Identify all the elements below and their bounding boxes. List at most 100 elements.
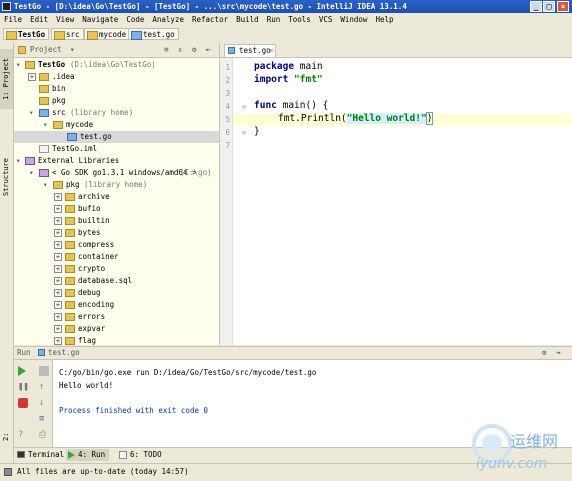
tree-item-package[interactable]: + database.sql (14, 275, 219, 287)
library-icon (25, 157, 35, 165)
tree-item-mycode[interactable]: ▾ mycode (14, 119, 219, 131)
tree-item-iml[interactable]: TestGo.iml (14, 143, 219, 155)
expand-icon[interactable]: + (54, 265, 62, 273)
menu-navigate[interactable]: Navigate (82, 13, 118, 26)
collapse-arrow-icon[interactable]: ▾ (16, 59, 21, 71)
tree-item-testgo[interactable]: ▾ TestGo (D:\idea\Go\TestGo) (14, 59, 219, 71)
menu-edit[interactable]: Edit (30, 13, 48, 26)
tree-item-src[interactable]: ▾ src (library home) (14, 107, 219, 119)
expand-icon[interactable]: + (54, 337, 62, 345)
tree-item-package[interactable]: + compress (14, 239, 219, 251)
collapse-arrow-icon[interactable]: ▾ (43, 179, 48, 191)
expand-icon[interactable]: + (54, 325, 62, 333)
menu-help[interactable]: Help (375, 13, 393, 26)
expand-icon[interactable]: + (54, 193, 62, 201)
gear-icon[interactable]: ⚙ (192, 43, 197, 57)
menu-window[interactable]: Window (340, 13, 367, 26)
tree-item-package[interactable]: + debug (14, 287, 219, 299)
tree-item-test-go[interactable]: test.go (14, 131, 219, 143)
menu-vcs[interactable]: VCS (319, 13, 333, 26)
run-toolbar: ❚❚ ↑ ↓ ≡ ? ⎙ (14, 360, 53, 447)
menu-view[interactable]: View (56, 13, 74, 26)
expand-icon[interactable]: + (28, 73, 36, 81)
expand-icon[interactable]: + (54, 205, 62, 213)
chevron-down-icon[interactable]: ▾ (70, 43, 75, 57)
code-editor[interactable]: test.go × 1 2 3 4 5 6 7 ⊖ ⊖ package main… (220, 43, 572, 345)
breadcrumb-src[interactable]: src (51, 28, 84, 40)
expand-icon[interactable]: + (54, 313, 62, 321)
tree-item-package[interactable]: + expvar (14, 323, 219, 335)
menu-build[interactable]: Build (236, 13, 259, 26)
tree-item-package[interactable]: + container (14, 251, 219, 263)
status-message: All files are up-to-date (today 14:57) (17, 467, 189, 476)
soft-wrap-icon[interactable]: ≡ (39, 414, 49, 424)
expand-icon[interactable]: + (54, 229, 62, 237)
tree-item-package[interactable]: + builtin (14, 215, 219, 227)
tree-item-package[interactable]: + encoding (14, 299, 219, 311)
maximize-button[interactable]: □ (543, 1, 555, 12)
tree-item-idea[interactable]: + .idea (14, 71, 219, 83)
tree-item-bin[interactable]: bin (14, 83, 219, 95)
stop-icon[interactable] (39, 366, 49, 376)
tab-structure[interactable]: Structure (0, 155, 13, 199)
expand-icon[interactable]: + (54, 289, 62, 297)
folder-icon (65, 193, 75, 201)
collapse-arrow-icon[interactable]: ▾ (43, 119, 48, 131)
menu-run[interactable]: Run (267, 13, 281, 26)
breadcrumb-mycode[interactable]: mycode (84, 28, 131, 40)
collapse-arrow-icon[interactable]: ▾ (16, 155, 21, 167)
tree-item-package[interactable]: + bufio (14, 203, 219, 215)
tree-item-package[interactable]: + flag (14, 335, 219, 345)
hide-icon[interactable]: ⇤ (206, 43, 211, 57)
close-button[interactable]: × (557, 1, 569, 12)
tree-item-package[interactable]: + errors (14, 311, 219, 323)
tab-test-go[interactable]: test.go × (224, 44, 276, 57)
close-run-icon[interactable] (18, 398, 28, 408)
down-icon[interactable]: ↓ (39, 398, 49, 408)
menu-refactor[interactable]: Refactor (192, 13, 228, 26)
rerun-icon[interactable] (18, 366, 26, 376)
tab-project[interactable]: 1: Project (0, 49, 13, 109)
expand-icon[interactable]: + (54, 241, 62, 249)
up-icon[interactable]: ↑ (39, 382, 49, 392)
expand-icon[interactable]: + (54, 301, 62, 309)
breadcrumb-file[interactable]: test.go (128, 28, 179, 40)
tab-todo[interactable]: 6: TODO (118, 449, 162, 461)
folder-icon (65, 325, 75, 333)
tree-item-sdk-pkg[interactable]: ▾ pkg (library home) (14, 179, 219, 191)
tab-terminal[interactable]: Terminal (16, 449, 64, 461)
tree-item-pkg[interactable]: pkg (14, 95, 219, 107)
breadcrumb-project[interactable]: TestGo (3, 28, 50, 40)
expand-icon[interactable]: + (54, 217, 62, 225)
tree-item-package[interactable]: + archive (14, 191, 219, 203)
tree-item-package[interactable]: + bytes (14, 227, 219, 239)
print-icon[interactable]: ⎙ (39, 430, 49, 440)
hide-icon[interactable]: ⇥ (556, 347, 561, 359)
sync-icon[interactable]: ⊕ (164, 43, 169, 57)
collapse-icon[interactable]: ⇕ (178, 43, 183, 57)
gear-icon[interactable]: ⚙ (542, 347, 547, 359)
collapse-arrow-icon[interactable]: ▾ (29, 107, 34, 119)
tree-item-external-libraries[interactable]: ▾ External Libraries (14, 155, 219, 167)
tree-item-package[interactable]: + crypto (14, 263, 219, 275)
fold-marker-icon[interactable]: ⊖ (242, 103, 247, 111)
pause-icon[interactable]: ❚❚ (18, 382, 29, 392)
expand-icon[interactable]: + (54, 277, 62, 285)
tab-run[interactable]: 4: Run (66, 449, 110, 461)
help-icon[interactable]: ? (18, 430, 28, 440)
left-tool-strip: 1: Project Structure 2: Favorites (0, 43, 23, 463)
menu-analyze[interactable]: Analyze (152, 13, 184, 26)
collapse-arrow-icon[interactable]: ▾ (29, 167, 34, 179)
tree-item-go-sdk[interactable]: ▾ < Go SDK go1.3.1 windows/amd64 > (C:\g… (14, 167, 219, 179)
tab-favorites[interactable]: 2: Favorites (0, 415, 23, 459)
menu-tools[interactable]: Tools (288, 13, 311, 26)
project-view-dropdown[interactable]: Project (30, 43, 62, 57)
tool-windows-icon[interactable] (4, 468, 12, 476)
minimize-button[interactable]: _ (530, 1, 542, 12)
menu-file[interactable]: File (4, 13, 22, 26)
fold-marker-icon[interactable]: ⊖ (242, 129, 247, 137)
run-config-tab[interactable]: test.go (48, 347, 80, 359)
expand-icon[interactable]: + (54, 253, 62, 261)
close-tab-icon[interactable]: × (269, 45, 274, 57)
menu-code[interactable]: Code (126, 13, 144, 26)
